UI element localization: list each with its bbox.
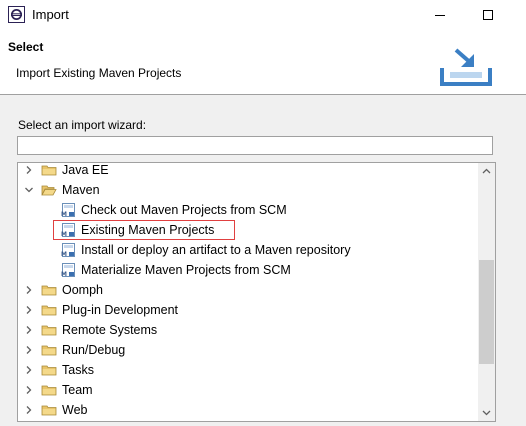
eclipse-app-icon xyxy=(8,6,25,23)
chevron-right-icon[interactable] xyxy=(24,324,34,336)
tree-folder-item[interactable]: Team xyxy=(18,380,478,400)
maximize-button[interactable] xyxy=(470,0,507,30)
filter-input[interactable] xyxy=(17,136,493,155)
tree-item-label: Plug-in Development xyxy=(62,303,179,317)
page-description: Import Existing Maven Projects xyxy=(16,66,182,80)
scroll-thumb[interactable] xyxy=(479,260,494,364)
folder-open-icon xyxy=(41,185,57,196)
tree-folder-item[interactable]: Tasks xyxy=(18,360,478,380)
wizard-header: Select Import Existing Maven Projects xyxy=(0,30,526,95)
chevron-right-icon[interactable] xyxy=(24,344,34,356)
minimize-button[interactable] xyxy=(422,0,459,30)
tree-item-label: Run/Debug xyxy=(62,343,126,357)
maven-wizard-icon: M xyxy=(61,243,75,258)
folder-icon xyxy=(41,345,57,356)
chevron-right-icon[interactable] xyxy=(24,164,34,176)
chevron-down-icon xyxy=(482,410,491,416)
folder-icon xyxy=(41,325,57,336)
maven-wizard-icon: M xyxy=(61,203,75,218)
chevron-right-icon[interactable] xyxy=(24,404,34,416)
folder-icon xyxy=(41,365,57,376)
tree-item-label: Materialize Maven Projects from SCM xyxy=(81,263,291,277)
tree-wizard-item[interactable]: M Check out Maven Projects from SCM xyxy=(18,200,478,220)
tree-folder-item[interactable]: Java EE xyxy=(18,163,478,180)
tree-item-label: Oomph xyxy=(62,283,103,297)
wizard-tree[interactable]: Java EE Maven M Check out Maven Projects fr… xyxy=(17,162,496,422)
folder-icon xyxy=(41,405,57,416)
import-banner-icon xyxy=(440,48,492,86)
scroll-up-button[interactable] xyxy=(478,163,495,180)
tree-folder-item[interactable]: Oomph xyxy=(18,280,478,300)
chevron-right-icon[interactable] xyxy=(24,364,34,376)
title-bar: Import xyxy=(0,0,526,30)
tree-item-label: Team xyxy=(62,383,93,397)
svg-text:M: M xyxy=(61,211,67,218)
folder-icon xyxy=(41,285,57,296)
maven-wizard-icon: M xyxy=(61,263,75,278)
tree-wizard-item[interactable]: M Materialize Maven Projects from SCM xyxy=(18,260,478,280)
tree-item-label: Maven xyxy=(62,183,100,197)
tree-item-label: Install or deploy an artifact to a Maven… xyxy=(81,243,351,257)
tree-item-label: Check out Maven Projects from SCM xyxy=(81,203,287,217)
tree-item-label: Remote Systems xyxy=(62,323,158,337)
tree-folder-item[interactable]: Maven xyxy=(18,180,478,200)
chevron-up-icon xyxy=(482,168,491,174)
maximize-icon xyxy=(483,10,493,20)
tree-wizard-item[interactable]: M Install or deploy an artifact to a Mave… xyxy=(18,240,478,260)
wizard-content: Select an import wizard: Java EE Maven M Ch… xyxy=(0,95,526,426)
tree-folder-item[interactable]: Web xyxy=(18,400,478,420)
page-title: Select xyxy=(8,40,44,54)
folder-icon xyxy=(41,385,57,396)
chevron-down-icon[interactable] xyxy=(24,184,34,196)
tree-folder-item[interactable]: Plug-in Development xyxy=(18,300,478,320)
folder-icon xyxy=(41,305,57,316)
tree-item-label: Web xyxy=(62,403,88,417)
tree-folder-item[interactable]: Remote Systems xyxy=(18,320,478,340)
minimize-icon xyxy=(435,15,445,16)
folder-icon xyxy=(41,165,57,176)
tree-item-label: Java EE xyxy=(62,163,109,177)
chevron-right-icon[interactable] xyxy=(24,284,34,296)
selection-highlight xyxy=(53,220,235,240)
wizard-prompt-label: Select an import wizard: xyxy=(18,118,147,132)
chevron-right-icon[interactable] xyxy=(24,304,34,316)
scroll-down-button[interactable] xyxy=(478,404,495,421)
chevron-right-icon[interactable] xyxy=(24,384,34,396)
svg-text:M: M xyxy=(61,251,67,258)
tree-scrollbar[interactable] xyxy=(478,163,495,421)
tree-folder-item[interactable]: Run/Debug xyxy=(18,340,478,360)
window-title: Import xyxy=(32,7,69,22)
svg-text:M: M xyxy=(61,271,67,278)
tree-item-label: Tasks xyxy=(62,363,94,377)
